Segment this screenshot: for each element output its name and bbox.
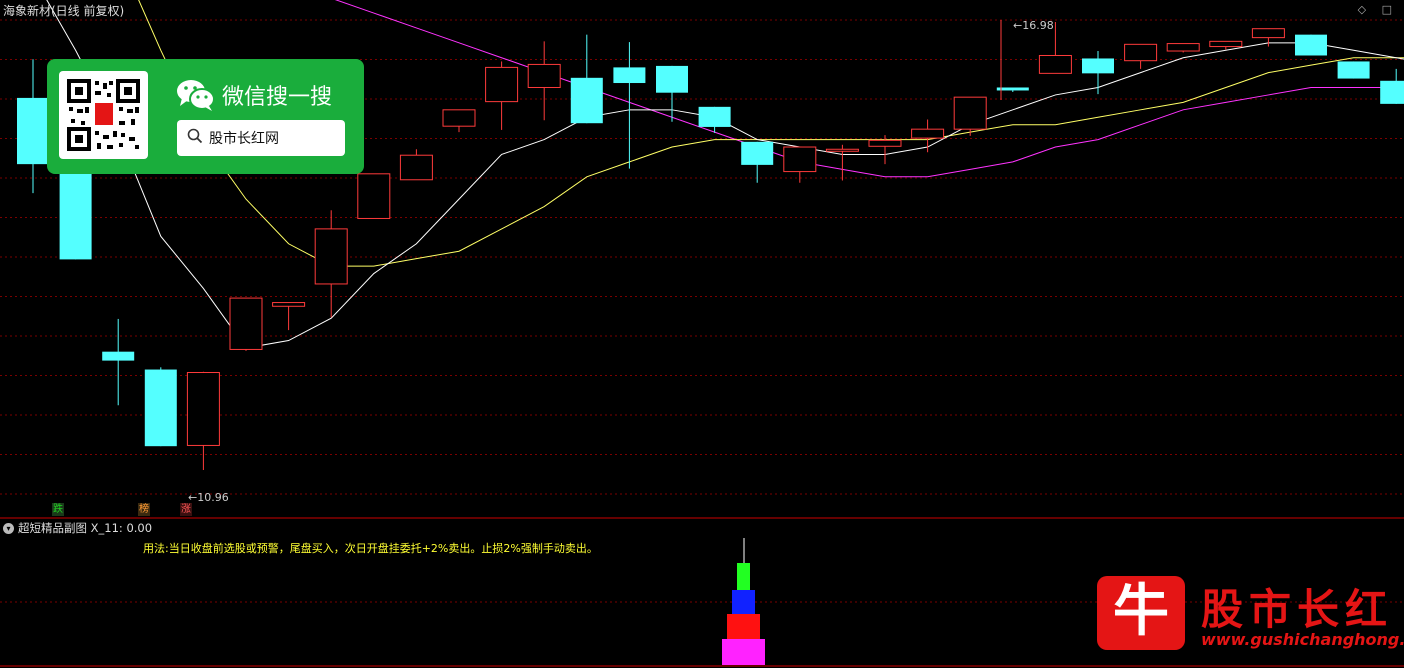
candle-up xyxy=(186,372,220,446)
candle-down xyxy=(1380,80,1404,104)
wechat-search-box[interactable]: 股市长红网 xyxy=(177,120,345,156)
logo-url: www.gushichanghong.com xyxy=(1201,630,1404,649)
candle-up xyxy=(272,302,306,307)
candle-up xyxy=(783,146,817,173)
candle-up xyxy=(953,96,987,130)
candle-down xyxy=(17,97,49,165)
candle-up xyxy=(1038,54,1072,74)
candle-down xyxy=(613,67,646,84)
site-logo: 牛 股市长红 www.gushichanghong.com xyxy=(1097,574,1404,654)
high-price-label: ←16.98 xyxy=(1013,19,1054,32)
high-arrow-icon: ← xyxy=(1013,19,1023,32)
top-icons[interactable]: ◇ □ xyxy=(1358,3,1398,16)
candle-up xyxy=(911,128,945,139)
candle-up xyxy=(1124,43,1158,62)
candle-up xyxy=(1209,40,1243,48)
low-price-label: ←10.96 xyxy=(188,491,229,504)
candle-down xyxy=(698,106,731,127)
qr-code-icon xyxy=(59,71,148,159)
wechat-search-title: 微信搜一搜 xyxy=(222,85,333,110)
sub-bar-magenta xyxy=(722,639,765,665)
window-title: 海象新材(日线 前复权) xyxy=(3,4,125,18)
candle-down xyxy=(144,369,177,447)
sub-bar-red xyxy=(727,614,760,639)
candle-up xyxy=(1251,28,1285,39)
candle-up xyxy=(314,228,348,285)
usage-text: 用法:当日收盘前选股或预警，尾盘买入，次日开盘挂委托+2%卖出。止损2%强制手动… xyxy=(143,542,598,555)
signal-marker-rank: 榜 xyxy=(138,503,150,516)
candle-down xyxy=(102,351,135,361)
bull-badge-text: 牛 xyxy=(1113,578,1169,644)
candle-up xyxy=(868,139,902,147)
candle-up xyxy=(399,154,433,181)
sub-panel-title: 超短精品副图 X_11: 0.00 xyxy=(18,521,153,535)
collapse-icon[interactable]: ▾ xyxy=(3,522,14,534)
candle-down xyxy=(741,141,774,165)
candle-down xyxy=(656,65,688,93)
candle-up xyxy=(1166,43,1200,52)
candle-up xyxy=(442,109,476,127)
wechat-search-card[interactable]: 微信搜一搜 股市长红网 xyxy=(47,59,364,174)
signal-marker-up: 涨 xyxy=(180,503,192,516)
candle-down xyxy=(1082,58,1114,74)
candle-up xyxy=(527,63,561,88)
signal-marker-down: 跌 xyxy=(52,503,64,516)
candle-up xyxy=(485,66,519,103)
candle-down xyxy=(1337,61,1370,79)
logo-name: 股市长红 xyxy=(1201,585,1394,634)
search-input-text: 股市长红网 xyxy=(209,131,279,147)
sub-bar-blue xyxy=(732,590,755,614)
sub-bar-green xyxy=(737,563,750,590)
candle-down xyxy=(1295,34,1327,56)
candle-up xyxy=(229,297,263,350)
candle-down xyxy=(996,87,1029,91)
candle-down xyxy=(59,167,92,260)
candle-up xyxy=(825,148,859,152)
wechat-icon xyxy=(176,78,216,116)
candle-up xyxy=(357,173,391,219)
sub-panel-header[interactable]: ▾ 超短精品副图 X_11: 0.00 xyxy=(3,520,152,536)
search-icon xyxy=(187,128,203,148)
candle-down xyxy=(570,77,603,124)
